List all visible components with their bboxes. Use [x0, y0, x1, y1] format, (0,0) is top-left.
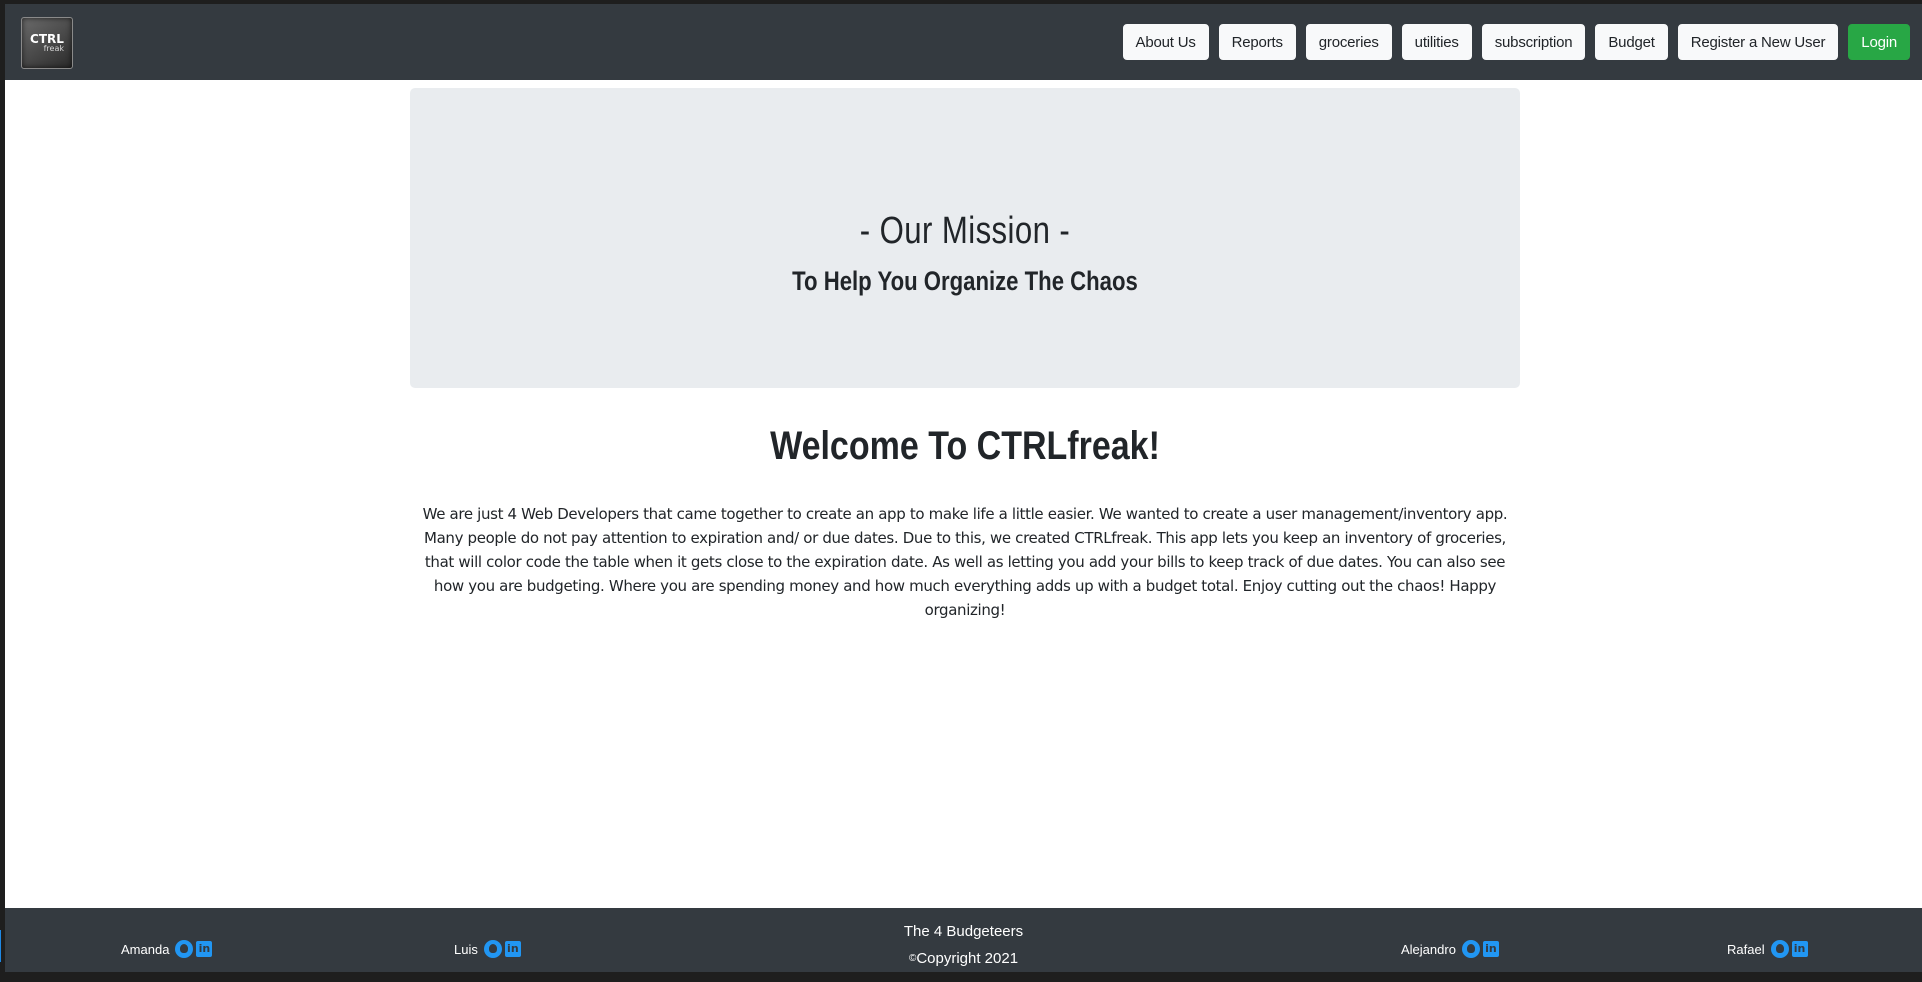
- about-paragraph: We are just 4 Web Developers that came t…: [422, 505, 1508, 619]
- member-alejandro: Alejandro in: [1401, 940, 1499, 958]
- budget-button[interactable]: Budget: [1595, 24, 1668, 60]
- github-icon[interactable]: [1770, 940, 1789, 958]
- taskbar-edge-indicator: [0, 930, 1, 962]
- mission-jumbotron: - Our Mission - To Help You Organize The…: [410, 88, 1520, 388]
- mission-title: - Our Mission -: [859, 210, 1071, 252]
- brand-logo[interactable]: CTRL freak: [21, 17, 73, 69]
- copyright-text: Copyright 2021: [916, 950, 1019, 967]
- utilities-button[interactable]: utilities: [1401, 24, 1472, 60]
- mission-subtitle: To Help You Organize The Chaos: [792, 266, 1138, 296]
- logo-text-bottom: freak: [43, 44, 64, 53]
- reports-button[interactable]: Reports: [1218, 24, 1296, 60]
- linkedin-icon[interactable]: in: [1482, 941, 1499, 957]
- member-name: Rafael: [1727, 941, 1765, 957]
- subscription-button[interactable]: subscription: [1481, 24, 1586, 60]
- member-name: Alejandro: [1401, 941, 1456, 957]
- linkedin-icon[interactable]: in: [1791, 941, 1808, 957]
- footer: Amanda in Luis in The 4 Budgeteers ©Copy…: [5, 908, 1922, 972]
- about-us-button[interactable]: About Us: [1122, 24, 1209, 60]
- login-button[interactable]: Login: [1848, 24, 1910, 60]
- copyright: ©Copyright 2021: [5, 945, 1922, 972]
- github-icon[interactable]: [1461, 940, 1480, 958]
- team-name: The 4 Budgeteers: [903, 923, 1024, 940]
- member-rafael: Rafael in: [1727, 940, 1808, 958]
- footer-credits: The 4 Budgeteers ©Copyright 2021: [5, 918, 1922, 972]
- groceries-button[interactable]: groceries: [1305, 24, 1392, 60]
- welcome-heading: Welcome To CTRLfreak!: [770, 424, 1160, 468]
- register-user-button[interactable]: Register a New User: [1677, 24, 1839, 60]
- navbar: CTRL freak About Us Reports groceries ut…: [5, 4, 1922, 80]
- nav-button-group: About Us Reports groceries utilities sub…: [1122, 24, 1910, 60]
- browser-viewport: CTRL freak About Us Reports groceries ut…: [0, 0, 1922, 982]
